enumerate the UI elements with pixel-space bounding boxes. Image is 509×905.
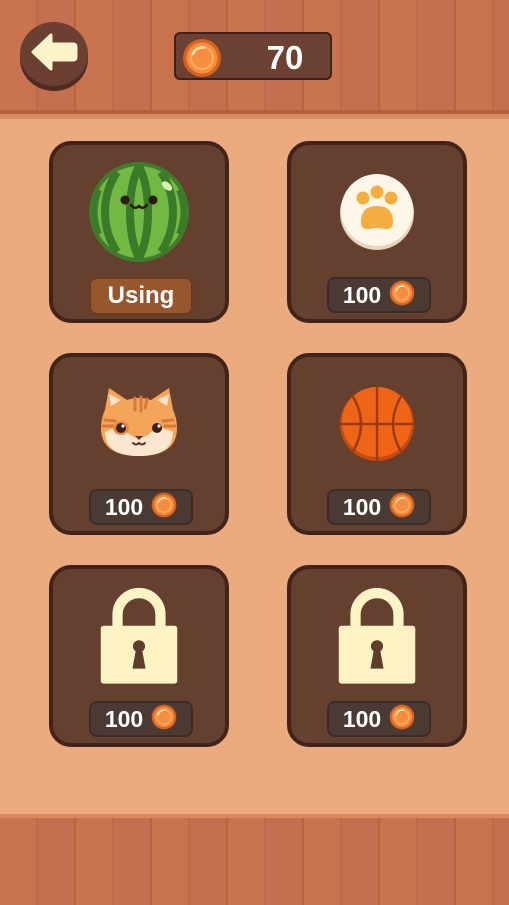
- coin-icon: [151, 492, 177, 523]
- lock-icon: [97, 584, 181, 693]
- basketball-icon: [338, 385, 416, 468]
- skin-card-cat-paw[interactable]: 100: [287, 141, 467, 323]
- price-tag: 100: [327, 489, 431, 525]
- price-tag: 100: [327, 277, 431, 313]
- price-tag: 100: [89, 489, 193, 525]
- lock-icon: [335, 584, 419, 693]
- price-tag: 100: [327, 701, 431, 737]
- skin-card-locked[interactable]: 100: [287, 565, 467, 747]
- coin-count: 70: [266, 39, 304, 76]
- skin-card-basketball[interactable]: 100: [287, 353, 467, 535]
- skin-card-locked[interactable]: 100: [49, 565, 229, 747]
- coin-icon: [182, 38, 222, 83]
- price-value: 100: [342, 493, 382, 520]
- watermelon-icon: [87, 160, 191, 269]
- using-badge: Using: [89, 277, 193, 315]
- price-value: 100: [342, 705, 382, 732]
- coin-icon: [151, 704, 177, 735]
- bottom-bar: [0, 818, 509, 905]
- cat-paw-icon: [337, 172, 417, 257]
- coin-icon: [389, 280, 415, 311]
- price-value: 100: [104, 705, 144, 732]
- price-value: 100: [342, 281, 382, 308]
- cat-face-icon: [99, 384, 179, 469]
- back-button[interactable]: [20, 22, 88, 86]
- price-value: 100: [104, 493, 144, 520]
- price-tag: 100: [89, 701, 193, 737]
- skin-card-cat-face[interactable]: 100: [49, 353, 229, 535]
- skin-card-watermelon[interactable]: Using: [49, 141, 229, 323]
- left-arrow-icon: [29, 32, 79, 77]
- coin-balance-panel: 70: [174, 32, 332, 80]
- coin-icon: [389, 492, 415, 523]
- coin-icon: [389, 704, 415, 735]
- using-label: Using: [107, 282, 175, 309]
